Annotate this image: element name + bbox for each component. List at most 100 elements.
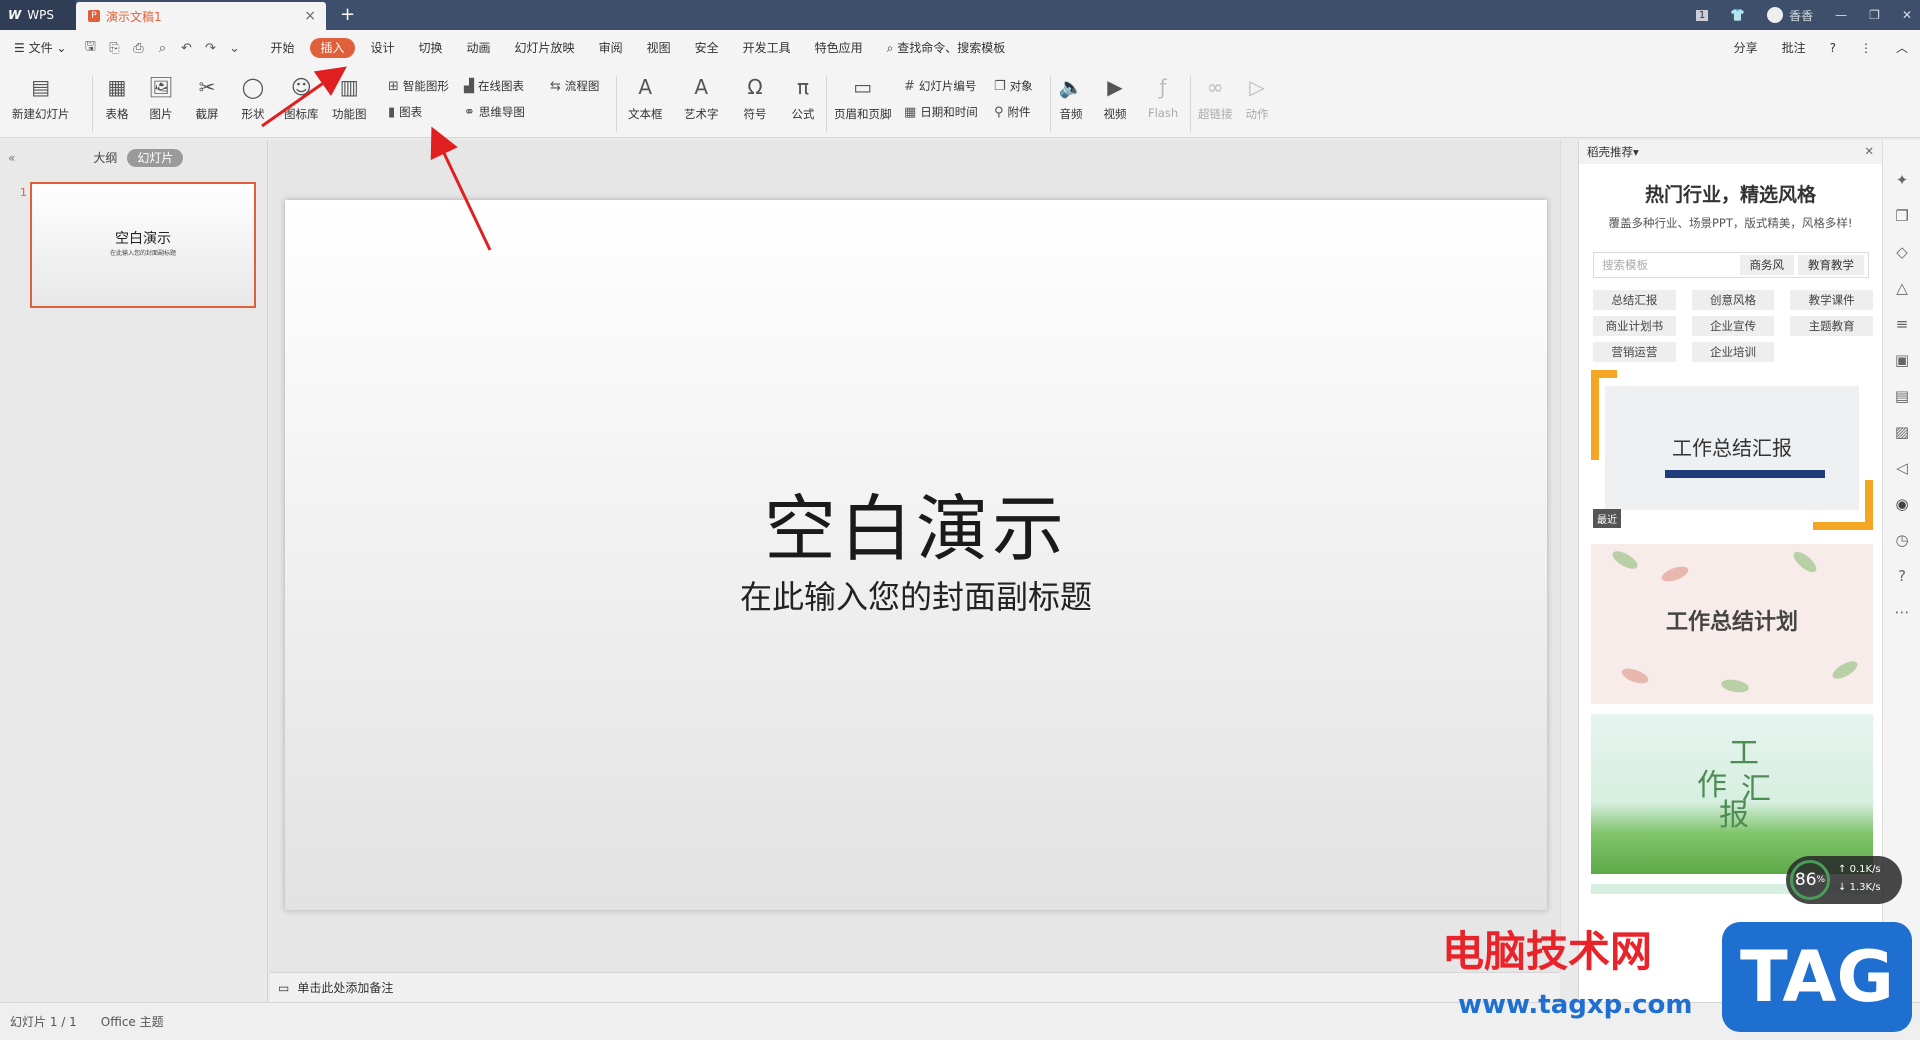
template-card[interactable]: 工 作 汇 报 <box>1591 714 1873 874</box>
more-icon[interactable]: ⋯ <box>1883 594 1920 630</box>
slide-canvas[interactable]: 空白演示 在此输入您的封面副标题 <box>285 200 1547 910</box>
copy-icon[interactable]: ❐ <box>1883 198 1920 234</box>
category-tag[interactable]: 企业宣传 <box>1691 316 1775 336</box>
tab-outline[interactable]: 大纲 <box>83 149 127 167</box>
user-account[interactable]: 香香 <box>1767 7 1813 24</box>
close-panel-icon[interactable]: ✕ <box>1864 144 1874 158</box>
close-tab-icon[interactable]: × <box>304 8 316 24</box>
menu-tab-insert[interactable]: 插入 <box>310 38 355 58</box>
notes-bar[interactable]: ▭ 单击此处添加备注 <box>270 972 1560 1002</box>
template-card[interactable]: 工作总结汇报 最近 <box>1591 370 1873 530</box>
online-chart-button[interactable]: ▟ 在线图表 <box>464 78 524 94</box>
share-button[interactable]: 分享 <box>1722 38 1770 58</box>
minimize-icon[interactable]: — <box>1835 8 1847 22</box>
menu-tab-design[interactable]: 设计 <box>359 38 407 58</box>
flash-button[interactable]: ƒ Flash <box>1148 74 1178 120</box>
maximize-icon[interactable]: ❐ <box>1869 8 1880 22</box>
wordart-button[interactable]: A 艺术字 <box>684 74 719 122</box>
pin-icon[interactable]: ✦ <box>1883 162 1920 198</box>
menu-tab-review[interactable]: 审阅 <box>587 38 635 58</box>
smart-shape-button[interactable]: ⊞ 智能图形 <box>388 78 449 94</box>
archive-icon[interactable]: ▤ <box>1883 378 1920 414</box>
icon-library-button[interactable]: ☺ 图标库 <box>284 74 319 122</box>
video-button[interactable]: ▶ 视频 <box>1102 74 1128 122</box>
attachment-button[interactable]: ⚲ 附件 <box>994 104 1031 120</box>
skin-icon[interactable]: 👕 <box>1730 8 1745 22</box>
settings-sliders-icon[interactable]: ≡ <box>1883 306 1920 342</box>
screenshot-button[interactable]: ✂ 截屏 <box>194 74 220 122</box>
action-button[interactable]: ▷ 动作 <box>1244 74 1270 122</box>
flowchart-button[interactable]: ⇆ 流程图 <box>550 78 599 94</box>
print-icon[interactable]: ⎙ <box>130 41 146 56</box>
history-icon[interactable]: ◷ <box>1883 522 1920 558</box>
new-slide-button[interactable]: ▤ 新建幻灯片 <box>12 74 70 122</box>
fill-icon[interactable]: △ <box>1883 270 1920 306</box>
mindmap-button[interactable]: ⚭ 思维导图 <box>464 104 525 120</box>
format-painter-icon[interactable]: ⎘ <box>106 41 122 56</box>
menu-tab-animation[interactable]: 动画 <box>455 38 503 58</box>
audio-button[interactable]: 🔈 音频 <box>1058 74 1084 122</box>
vertical-scrollbar[interactable] <box>1560 140 1578 972</box>
menu-tab-features[interactable]: 特色应用 <box>803 38 875 58</box>
document-tab[interactable]: P 演示文稿1 × <box>76 2 326 30</box>
print-preview-icon[interactable]: ⌕ <box>154 41 170 56</box>
hyperlink-button[interactable]: ∞ 超链接 <box>1198 74 1233 122</box>
sound-icon[interactable]: ◁ <box>1883 450 1920 486</box>
customize-toolbar-icon[interactable]: ⌄ <box>226 41 242 56</box>
comment-button[interactable]: 批注 <box>1770 38 1818 58</box>
category-tag[interactable]: 教学课件 <box>1790 290 1873 310</box>
command-search[interactable]: ⌕ 查找命令、搜索模板 <box>875 38 1018 58</box>
collapse-panel-icon[interactable]: « <box>0 151 23 165</box>
network-speed-widget[interactable]: 86% ↑ 0.1K/s ↓ 1.3K/s <box>1786 856 1902 904</box>
slide-subtitle[interactable]: 在此输入您的封面副标题 <box>285 572 1547 618</box>
menu-tab-transition[interactable]: 切换 <box>407 38 455 58</box>
object-button[interactable]: ❐ 对象 <box>994 78 1033 94</box>
symbol-button[interactable]: Ω 符号 <box>742 74 768 122</box>
shape-button[interactable]: ◯ 形状 <box>240 74 266 122</box>
header-footer-button[interactable]: ▭ 页眉和页脚 <box>834 74 892 122</box>
help-icon[interactable]: ? <box>1818 38 1848 58</box>
undo-icon[interactable]: ↶ <box>178 41 194 56</box>
picture-tool-icon[interactable]: ▨ <box>1883 414 1920 450</box>
image-icon[interactable]: ▣ <box>1883 342 1920 378</box>
template-card[interactable]: 工作总结计划 <box>1591 544 1873 704</box>
file-menu[interactable]: ☰ 文件 ⌄ <box>0 38 78 58</box>
slide-thumbnail[interactable]: 空白演示 在此输入您的封面副标题 <box>30 182 256 308</box>
menu-tab-developer[interactable]: 开发工具 <box>731 38 803 58</box>
slide-title[interactable]: 空白演示 <box>285 470 1547 575</box>
function-chart-button[interactable]: ▥ 功能图 <box>332 74 367 122</box>
category-tag[interactable]: 总结汇报 <box>1593 290 1676 310</box>
textbox-button[interactable]: A 文本框 <box>628 74 663 122</box>
datetime-button[interactable]: ▦ 日期和时间 <box>904 104 978 120</box>
category-tag[interactable]: 商业计划书 <box>1593 316 1676 336</box>
theme-name[interactable]: Office 主题 <box>101 1013 164 1030</box>
new-tab-icon[interactable]: + <box>340 4 355 25</box>
slide-number-button[interactable]: # 幻灯片编号 <box>904 78 976 94</box>
table-button[interactable]: ▦ 表格 <box>104 74 130 122</box>
template-icon[interactable]: ◉ <box>1883 486 1920 522</box>
picture-button[interactable]: 🖼 图片 <box>148 74 174 122</box>
shape-tool-icon[interactable]: ◇ <box>1883 234 1920 270</box>
search-tag-business[interactable]: 商务风 <box>1739 255 1794 275</box>
help-circle-icon[interactable]: ? <box>1883 558 1920 594</box>
menu-tab-security[interactable]: 安全 <box>683 38 731 58</box>
category-tag[interactable]: 创意风格 <box>1691 290 1775 310</box>
formula-button[interactable]: π 公式 <box>790 74 816 122</box>
chart-button[interactable]: ▮ 图表 <box>388 104 422 120</box>
more-menu-icon[interactable]: ⋮ <box>1848 38 1884 58</box>
search-tag-education[interactable]: 教育教学 <box>1798 255 1864 275</box>
collapse-ribbon-icon[interactable]: ︿ <box>1884 38 1920 58</box>
close-window-icon[interactable]: ✕ <box>1902 8 1912 22</box>
category-tag[interactable]: 企业培训 <box>1691 342 1775 362</box>
category-tag[interactable]: 主题教育 <box>1790 316 1873 336</box>
menu-tab-home[interactable]: 开始 <box>258 38 306 58</box>
tab-slides[interactable]: 幻灯片 <box>127 149 184 167</box>
category-tag[interactable]: 营销运营 <box>1593 342 1676 362</box>
wps-home-tab[interactable]: W WPS <box>0 0 76 30</box>
save-icon[interactable]: 🖫 <box>82 37 98 59</box>
menu-tab-view[interactable]: 视图 <box>635 38 683 58</box>
menu-tab-slideshow[interactable]: 幻灯片放映 <box>503 38 587 58</box>
panel-header-label[interactable]: 稻壳推荐 <box>1587 144 1633 160</box>
redo-icon[interactable]: ↷ <box>202 41 218 56</box>
template-search-input[interactable]: 搜索模板 商务风 教育教学 <box>1593 252 1869 278</box>
